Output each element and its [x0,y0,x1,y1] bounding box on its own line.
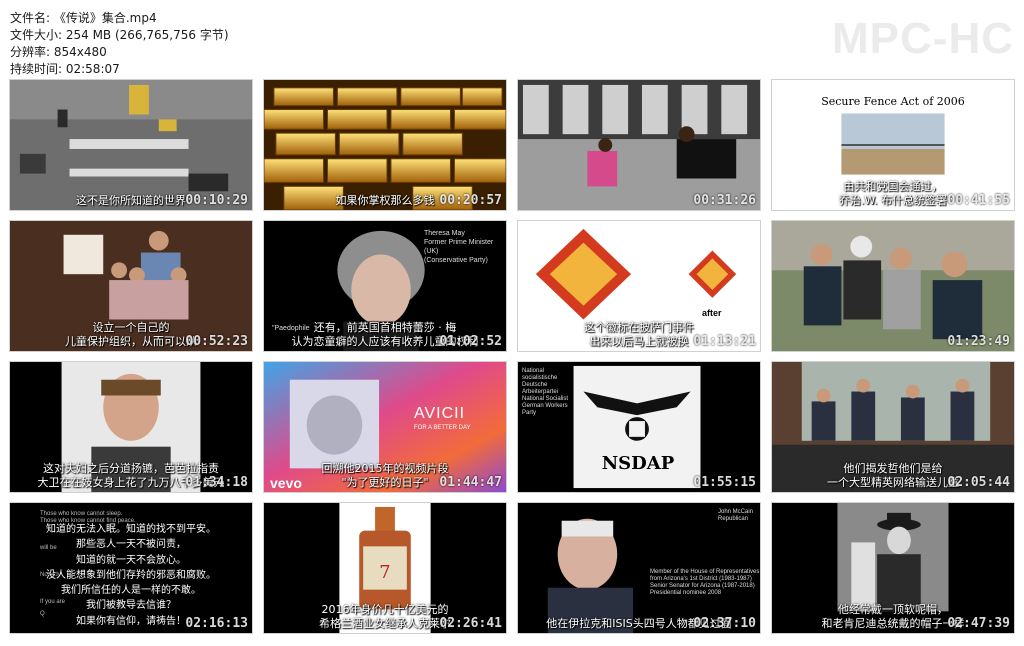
timestamp: 02:37:10 [693,616,756,631]
thumbnail-8[interactable]: 01:23:49 [771,220,1015,352]
thumbnail-10[interactable]: AVICII FOR A BETTER DAY vevo 回溯他2015年的视频… [263,361,507,493]
timestamp: 02:05:44 [947,475,1010,490]
name-overlay: Theresa May Former Prime Minister (UK) (… [424,230,494,264]
song-title: FOR A BETTER DAY [414,425,471,431]
subtitle-line: 设立一个自己的 [92,321,170,334]
subtitle-block: 知道的无法入眠。知道的找不到平安。 那些恶人一天不被问责， 知道的就一天不会放心… [10,522,252,629]
file-name: 文件名: 《传说》集合.mp4 [10,11,157,25]
timestamp: 01:44:47 [439,475,502,490]
timestamp: 01:02:52 [439,334,502,349]
thumbnail-11[interactable]: National socialistische Deutsche Arbeite… [517,361,761,493]
timestamp: 01:13:21 [693,334,756,349]
timestamp: 02:16:13 [185,616,248,631]
thumbnail-12[interactable]: 他们揭发哲他们是给 一个大型精英网络输送儿童 02:05:44 [771,361,1015,493]
nsdap-sign: NSDAP [601,453,675,474]
file-resolution: 分辨率: 854x480 [10,45,107,59]
thumbnail-2[interactable]: 如果你掌权那么多钱 00:20:57 [263,79,507,211]
timestamp: 01:55:15 [693,475,756,490]
name-overlay: John McCain Republican [718,509,754,522]
svg-text:7: 7 [379,562,390,583]
subtitle-line: 没人能想象到他们存羚的邪恶和腐败。 [46,569,216,581]
thumbnail-15[interactable]: John McCain Republican Member of the Hou… [517,502,761,634]
thumbnail-6[interactable]: Theresa May Former Prime Minister (UK) (… [263,220,507,352]
thumbnail-7[interactable]: after 这个徽标在披萨门事件 出来以后马上就被换 01:13:21 [517,220,761,352]
timestamp: 00:20:57 [439,193,502,208]
file-duration: 持续时间: 02:58:07 [10,62,120,76]
subtitle-line: 他经常戴一顶软呢帽， [838,603,948,616]
timestamp: 00:52:23 [185,334,248,349]
thumbnail-grid: 这不是你所知道的世界 00:10:29 如果你掌权那么多钱 00:20:57 0… [9,79,1015,635]
slide-title: Secure Fence Act of 2006 [821,95,965,108]
subtitle-line: 回溯他2015年的视频片段 [321,462,449,475]
subtitle-line: 由共和党国会通过， [843,180,943,193]
timestamp: 01:23:49 [947,334,1010,349]
timestamp: 02:47:39 [947,616,1010,631]
thumbnail-9[interactable]: 这对夫妇之后分道扬镳，芭芭拉指责 大卫在在妓女身上花了九万八千多美元 01:34… [9,361,253,493]
subtitle-line: 他们揭发哲他们是给 [843,462,943,475]
subtitle-line: 我们被教导去信谁？ [86,600,176,612]
thumbnail-image [518,80,760,210]
timestamp: 01:34:18 [185,475,248,490]
mpc-hc-logo: MPC-HC [832,14,1014,63]
thumbnail-image [264,80,506,210]
timestamp: 00:41:55 [947,193,1010,208]
thumbnail-4[interactable]: Secure Fence Act of 2006 由共和党国会通过， 乔治.W.… [771,79,1015,211]
party-name-overlay: National socialistische Deutsche Arbeite… [522,368,569,416]
avicii-logo: AVICII [414,405,466,422]
thumbnail-image [772,221,1014,351]
timestamp: 02:26:41 [439,616,502,631]
thumbnail-16[interactable]: 他经常戴一顶软呢帽， 和老肯尼迪总统戴的帽子一样 02:47:39 [771,502,1015,634]
file-size: 文件大小: 254 MB (266,765,756 字节) [10,28,229,42]
timestamp: 00:10:29 [185,193,248,208]
subtitle-line: 我们所信任的人是一样的不敢。 [61,585,201,597]
subtitle-line: 知道的无法入眠。知道的找不到平安。 [46,524,216,535]
file-info-panel: 文件名: 《传说》集合.mp4 文件大小: 254 MB (266,765,75… [10,10,229,78]
thumbnail-1[interactable]: 这不是你所知道的世界 00:10:29 [9,79,253,211]
thumbnail-14[interactable]: 7 2016年身价几十亿美元的 希格兰酒业女继承人克莱尔 02:26:41 [263,502,507,634]
timestamp: 00:31:26 [693,193,756,208]
thumbnail-3[interactable]: 00:31:26 [517,79,761,211]
subtitle-line: 这对夫妇之后分道扬镳，芭芭拉指责 [43,462,219,475]
thumbnail-5[interactable]: 设立一个自己的 儿童保护组织，从而可以从 00:52:23 [9,220,253,352]
subtitle-line: 2016年身价几十亿美元的 [321,603,449,616]
subtitle-line: 还有，前英国首相特蕾莎 · 梅 [313,321,457,334]
thumbnail-image [10,80,252,210]
after-label: after [702,308,722,318]
career-overlay: Member of the House of Representatives f… [650,569,760,596]
subtitle-line: 这个徽标在披萨门事件 [584,321,694,334]
subtitle-line: 那些恶人一天不被问责， [76,539,186,551]
thumbnail-13[interactable]: Those who know cannot sleep. Those who k… [9,502,253,634]
subtitle-line: 知道的就一天不会放心。 [76,554,186,566]
